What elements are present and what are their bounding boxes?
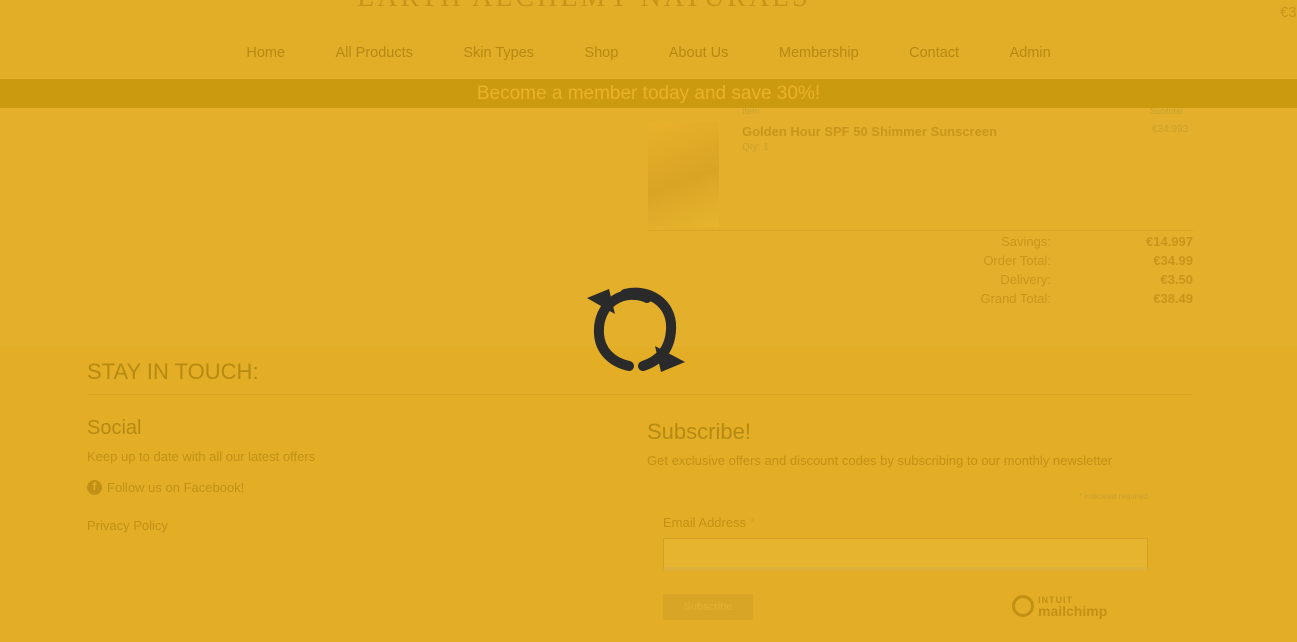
savings-label: Savings: [1001,234,1051,249]
nav-all-products[interactable]: All Products [335,45,412,61]
site-logo[interactable]: EARTH ALCHEMY NATURALS [357,0,811,14]
stay-in-touch-heading: STAY IN TOUCH: [87,359,259,384]
delivery-label: Delivery: [1000,272,1051,287]
grand-total-value: €38.49 [1153,291,1193,306]
column-header-item: Item [742,106,760,116]
grand-total-label: Grand Total: [980,291,1051,306]
main-nav: Home All Products Skin Types Shop About … [0,44,1297,62]
refresh-spinner-icon [587,287,685,372]
social-heading: Social [87,417,142,439]
nav-admin[interactable]: Admin [1010,45,1051,61]
nav-contact[interactable]: Contact [909,45,959,61]
subscribe-heading: Subscribe! [647,419,751,444]
membership-banner[interactable]: Become a member today and save 30%! [0,79,1297,108]
product-name: Golden Hour SPF 50 Shimmer Sunscreen [742,124,998,139]
order-divider [648,230,1193,231]
product-image [648,122,719,227]
facebook-link-text: Follow us on Facebook! [107,480,245,495]
facebook-link[interactable]: f Follow us on Facebook! [87,480,244,495]
column-header-subtotal: Subtotal [1150,106,1184,116]
nav-skin-types[interactable]: Skin Types [463,45,534,61]
email-label-text: Email Address [663,515,747,530]
privacy-policy-link[interactable]: Privacy Policy [87,518,168,533]
order-total-label: Order Total: [983,253,1051,268]
delivery-value: €3.50 [1160,272,1193,287]
nav-membership[interactable]: Membership [779,45,859,61]
savings-value: €14.997 [1146,234,1193,249]
site-footer: STAY IN TOUCH: Social Keep up to date wi… [0,347,1297,642]
nav-about-us[interactable]: About Us [669,45,729,61]
social-text: Keep up to date with all our latest offe… [87,449,316,464]
facebook-icon: f [87,480,102,495]
email-input[interactable] [663,538,1148,571]
cart-total-link[interactable]: €38 [1280,4,1297,21]
product-subtotal: €34.993 [1152,124,1189,135]
product-qty: Qty: 1 [742,142,769,153]
required-asterisk: * [749,515,755,530]
footer-divider [87,394,1193,395]
email-label: Email Address * [663,515,755,530]
nav-home[interactable]: Home [246,45,285,61]
mailchimp-logo: INTUIT mailchimp [1012,595,1108,619]
mailchimp-icon [1012,595,1034,617]
subscribe-text: Get exclusive offers and discount codes … [647,453,1113,468]
required-note: * indicated required [1079,492,1148,501]
nav-shop[interactable]: Shop [584,45,618,61]
mailchimp-text: mailchimp [1038,603,1108,619]
subscribe-button[interactable]: Subscribe [663,594,753,620]
order-total-value: €34.99 [1153,253,1193,268]
